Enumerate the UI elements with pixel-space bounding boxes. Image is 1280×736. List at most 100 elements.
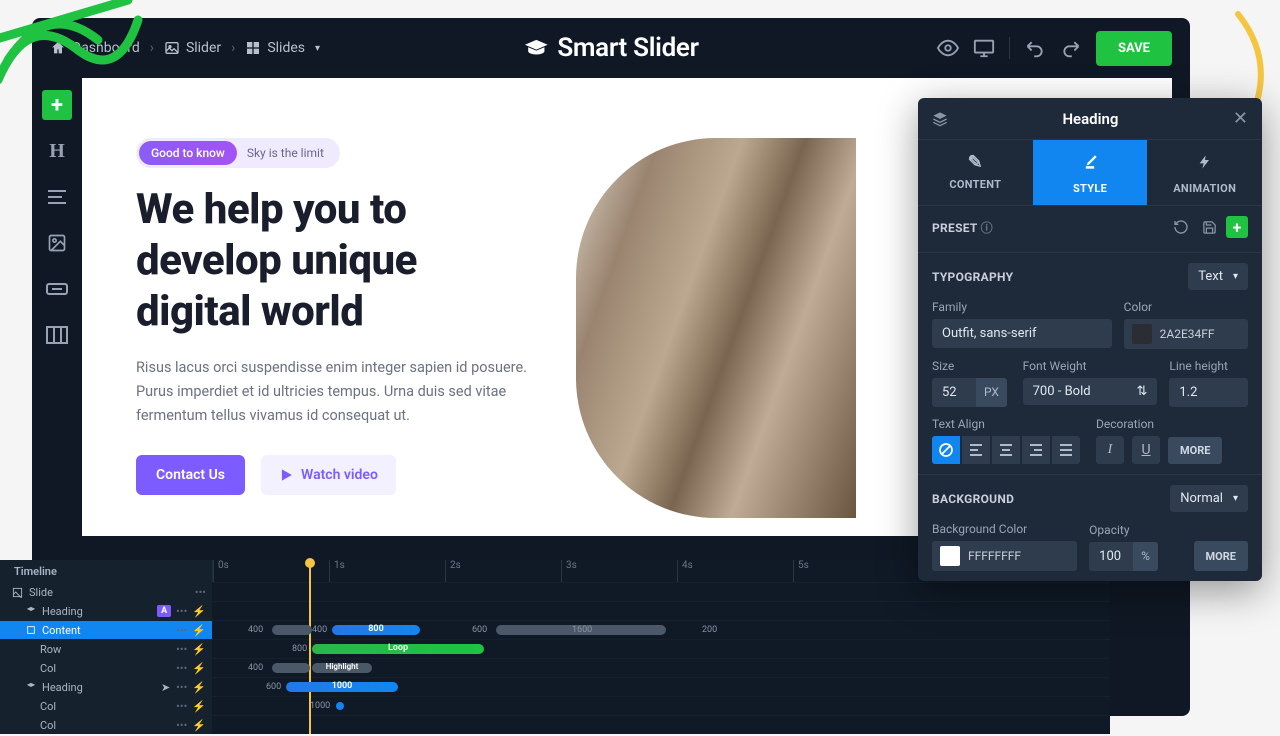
preset-label: PRESET ⓘ [932, 219, 993, 236]
chevron-down-icon: ▾ [315, 43, 320, 54]
lineheight-input[interactable] [1169, 378, 1248, 407]
background-more-button[interactable]: MORE [1194, 541, 1248, 571]
align-center-button[interactable] [992, 436, 1020, 464]
slide-heading[interactable]: We help you to develop unique digital wo… [136, 184, 536, 338]
opacity-input[interactable] [1089, 542, 1133, 571]
decorative-scribble [0, 0, 148, 100]
timeline-row-heading[interactable]: Heading➤•••⚡ [0, 678, 212, 696]
add-preset-button[interactable]: + [1226, 216, 1248, 238]
timeline-row[interactable]: Col•••⚡ [0, 697, 212, 715]
play-icon [279, 468, 293, 482]
image-tool-icon[interactable] [42, 228, 72, 258]
font-family-input[interactable] [932, 319, 1112, 348]
bolt-icon[interactable]: ⚡ [192, 662, 206, 675]
contact-button[interactable]: Contact Us [136, 455, 245, 495]
bolt-icon[interactable]: ⚡ [192, 605, 206, 618]
bolt-icon[interactable]: ⚡ [192, 681, 206, 694]
bolt-icon[interactable]: ⚡ [192, 643, 206, 656]
timeline-row-heading[interactable]: HeadingA•••⚡ [0, 602, 212, 620]
background-label: BACKGROUND [932, 492, 1014, 506]
undo-icon[interactable] [1024, 37, 1046, 59]
size-label: Size [932, 359, 1011, 373]
redo-icon[interactable] [1060, 37, 1082, 59]
info-icon[interactable]: ⓘ [981, 221, 993, 235]
bolt-icon[interactable]: ⚡ [192, 624, 206, 637]
breadcrumb-slides[interactable]: Slides ▾ [245, 40, 320, 56]
more-icon[interactable]: ••• [176, 700, 187, 713]
align-right-button[interactable] [1022, 436, 1050, 464]
decoration-more-button[interactable]: MORE [1168, 437, 1222, 464]
layers-icon [26, 606, 36, 616]
preview-icon[interactable] [937, 37, 959, 59]
bolt-icon[interactable]: ⚡ [192, 700, 206, 713]
more-icon[interactable]: ••• [176, 605, 187, 618]
timeline-row-content[interactable]: Content•••⚡ [0, 621, 212, 639]
breadcrumb-slider[interactable]: Slider [164, 40, 221, 56]
more-icon[interactable]: ••• [176, 719, 187, 732]
more-icon[interactable]: ••• [176, 662, 187, 675]
color-input[interactable]: 2A2E34FF [1124, 319, 1248, 349]
timeline-panel: Timeline 0s 1s 2s 3s 4s 5s Slide••• Head… [0, 560, 1110, 734]
layers-icon [26, 682, 36, 692]
more-icon[interactable]: ••• [176, 681, 187, 694]
color-swatch [1132, 324, 1152, 344]
more-icon[interactable]: ••• [176, 643, 187, 656]
timeline-keyframe[interactable] [336, 702, 344, 710]
anim-badge: A [157, 605, 171, 617]
timeline-row[interactable]: Row•••⚡ [0, 640, 212, 658]
timeline-bar[interactable]: 1000 [286, 682, 398, 692]
timeline-row[interactable]: Col•••⚡ [0, 716, 212, 734]
align-left-button[interactable] [962, 436, 990, 464]
align-inherit-button[interactable] [932, 436, 960, 464]
save-preset-icon[interactable] [1198, 216, 1220, 238]
button-tool-icon[interactable] [42, 274, 72, 304]
opacity-label: Opacity [1089, 523, 1181, 537]
tab-style[interactable]: STYLE [1033, 140, 1148, 205]
pencil-icon: ✎ [922, 152, 1029, 173]
timeline-bar[interactable]: Loop [312, 644, 484, 654]
tab-content[interactable]: ✎ CONTENT [918, 140, 1033, 205]
font-size-input[interactable] [932, 378, 976, 407]
decoration-label: Decoration [1096, 417, 1248, 431]
background-mode-select[interactable]: Normal▾ [1170, 485, 1248, 512]
timeline-row-slide[interactable]: Slide••• [0, 583, 212, 601]
layers-icon[interactable] [932, 111, 948, 127]
close-icon[interactable]: ✕ [1233, 108, 1248, 129]
save-button[interactable]: SAVE [1096, 31, 1172, 66]
typography-label: TYPOGRAPHY [932, 270, 1013, 284]
underline-button[interactable]: U [1132, 436, 1160, 464]
timeline-row[interactable]: Col•••⚡ [0, 659, 212, 677]
text-tool-icon[interactable] [42, 182, 72, 212]
italic-button[interactable]: I [1096, 436, 1124, 464]
bgcolor-input[interactable]: FFFFFFFF [932, 541, 1077, 571]
size-unit[interactable]: PX [976, 378, 1007, 407]
typography-mode-select[interactable]: Text▾ [1188, 263, 1248, 290]
timeline-bar[interactable]: Highlight [312, 663, 372, 673]
bolt-icon[interactable]: ⚡ [192, 719, 206, 732]
more-icon[interactable]: ••• [195, 586, 206, 599]
slide-image [576, 138, 856, 518]
color-swatch [940, 546, 960, 566]
chevron-right-icon: › [150, 40, 154, 56]
tab-animation[interactable]: ANIMATION [1147, 140, 1262, 205]
slide-text[interactable]: Risus lacus orci suspendisse enim intege… [136, 356, 536, 428]
bgcolor-label: Background Color [932, 522, 1077, 536]
app-logo: Smart Slider [523, 33, 698, 63]
timeline-title: Timeline [0, 560, 212, 582]
color-label: Color [1124, 300, 1248, 314]
align-label: Text Align [932, 417, 1084, 431]
row-tool-icon[interactable] [42, 320, 72, 350]
timeline-bar[interactable] [272, 663, 310, 673]
heading-tool-icon[interactable]: H [42, 136, 72, 166]
more-icon[interactable]: ••• [176, 624, 187, 637]
reset-icon[interactable] [1170, 216, 1192, 238]
opacity-unit: % [1133, 542, 1158, 571]
font-weight-select[interactable]: 700 - Bold⇅ [1023, 378, 1158, 405]
family-label: Family [932, 300, 1112, 314]
desktop-icon[interactable] [973, 37, 995, 59]
timeline-bar[interactable]: 800 [332, 625, 420, 635]
align-justify-button[interactable] [1052, 436, 1080, 464]
logo-icon [523, 37, 549, 59]
timeline-bar[interactable] [272, 625, 312, 635]
watch-video-button[interactable]: Watch video [261, 455, 396, 495]
